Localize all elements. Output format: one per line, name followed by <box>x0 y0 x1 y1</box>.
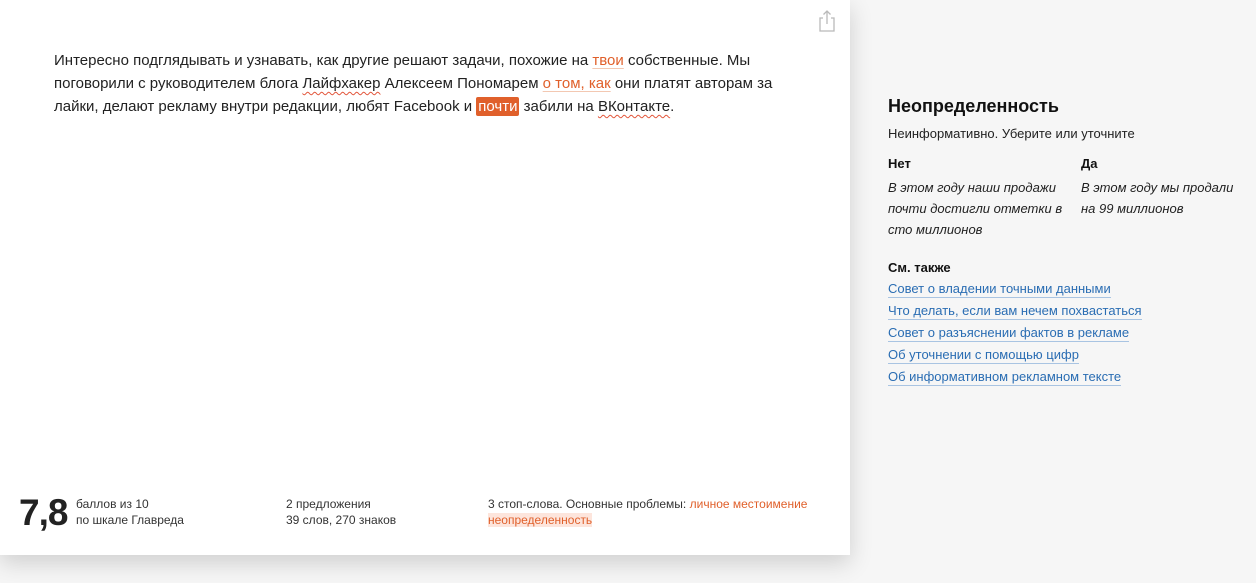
spellcheck-word[interactable]: Лайфхакер <box>302 75 380 92</box>
score-value: 7,8 <box>19 492 68 533</box>
highlight-stopword[interactable]: о том, как <box>543 75 611 92</box>
rule-description: Неинформативно. Уберите или уточните <box>888 126 1135 141</box>
editor-panel: Интересно подглядывать и узнавать, как д… <box>0 0 850 555</box>
see-also-heading: См. также <box>888 260 951 275</box>
example-columns: Нет В этом году наши продажи почти дости… <box>888 156 1248 240</box>
share-button[interactable] <box>816 9 838 33</box>
good-example: Да В этом году мы продали на 99 миллионо… <box>1081 156 1234 216</box>
spellcheck-word[interactable]: ВКонтакте <box>598 98 670 115</box>
see-also-link[interactable]: Об уточнении с помощью цифр <box>888 346 1079 364</box>
see-also-link[interactable]: Совет о разъяснении фактов в рекламе <box>888 324 1130 342</box>
stats-bar: 7,8 баллов из 10 по шкале Главреда 2 пре… <box>0 490 850 540</box>
highlight-active-stopword[interactable]: почти <box>476 97 520 116</box>
see-also-link[interactable]: Что делать, если вам нечем похвастаться <box>888 302 1142 320</box>
highlight-pronoun[interactable]: твои <box>592 52 623 69</box>
score-caption: баллов из 10 по шкале Главреда <box>76 497 184 527</box>
share-icon <box>819 10 835 32</box>
explanation-sidebar: Неопределенность Неинформативно. Уберите… <box>888 96 1248 390</box>
problem-link-vagueness[interactable]: неопределенность <box>488 513 593 527</box>
editor-text[interactable]: Интересно подглядывать и узнавать, как д… <box>54 49 774 118</box>
see-also-link[interactable]: Совет о владении точными данными <box>888 280 1111 298</box>
bad-example: Нет В этом году наши продажи почти дости… <box>888 156 1063 237</box>
see-also-link[interactable]: Об информативном рекламном тексте <box>888 368 1122 386</box>
problems-summary: 3 стоп-слова. Основные проблемы: личное … <box>488 497 808 527</box>
rule-title: Неопределенность <box>888 96 1059 116</box>
problem-link-pronoun[interactable]: личное местоимение <box>690 497 808 511</box>
text-counts: 2 предложения 39 слов, 270 знаков <box>286 497 397 527</box>
